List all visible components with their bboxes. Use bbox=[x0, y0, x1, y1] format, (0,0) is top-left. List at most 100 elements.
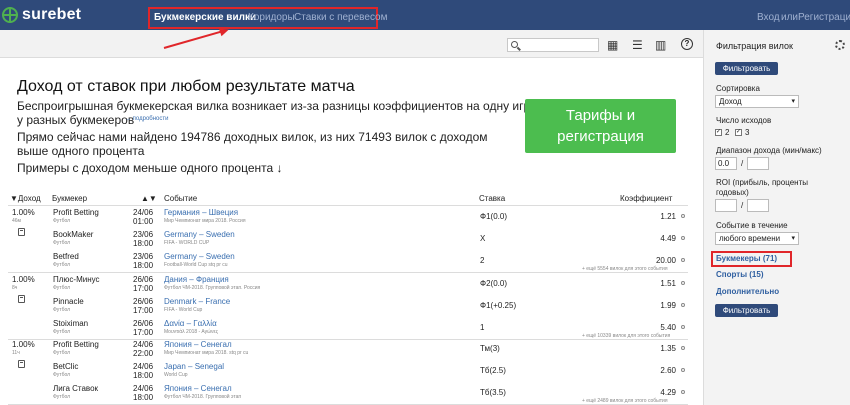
coef-value[interactable]: 4.29 bbox=[642, 388, 676, 397]
league-name: Мир Чемпионат мира 2018. Россия bbox=[164, 218, 246, 224]
event-time: 01:00 bbox=[133, 217, 154, 226]
col-profit-header[interactable]: ▼Доход bbox=[10, 194, 41, 203]
filter-title: Фильтрация вилок bbox=[716, 41, 793, 51]
coef-value[interactable]: 1.21 bbox=[642, 212, 676, 221]
coef-value[interactable]: 4.49 bbox=[642, 234, 676, 243]
bet-value: Ф1(+0.25) bbox=[480, 301, 517, 310]
banner-line-4: выше одного процента bbox=[17, 144, 145, 158]
help-icon[interactable]: ? bbox=[681, 38, 693, 50]
event-date: 24/06 bbox=[133, 362, 154, 371]
league-name: FIFA - WORLD CUP bbox=[164, 240, 210, 246]
bookmaker-name[interactable]: BetClic bbox=[53, 362, 78, 371]
refresh-icon[interactable] bbox=[681, 303, 685, 307]
bookmaker-name[interactable]: Лига Ставок bbox=[53, 384, 98, 393]
roi-min-input[interactable] bbox=[715, 199, 737, 212]
coef-value[interactable]: 1.51 bbox=[642, 279, 676, 288]
bookmaker-name[interactable]: Profit Betting bbox=[53, 340, 99, 349]
event-name[interactable]: Япония – Сенегал bbox=[164, 340, 232, 349]
league-name: World Cup bbox=[164, 372, 188, 378]
outcomes-3-checkbox[interactable]: ✓ bbox=[735, 129, 742, 136]
coef-value[interactable]: 1.99 bbox=[642, 301, 676, 310]
calculator-icon[interactable] bbox=[18, 360, 25, 368]
event-name[interactable]: Дания – Франция bbox=[164, 275, 229, 284]
bookmaker-name[interactable]: Betfred bbox=[53, 252, 79, 261]
list-icon[interactable]: ☰ bbox=[632, 38, 643, 52]
calculator-icon[interactable]: ▦ bbox=[607, 38, 618, 52]
col-coef-header: Коэффициент bbox=[620, 194, 673, 203]
register-link[interactable]: Регистрация bbox=[798, 12, 850, 23]
event-name[interactable]: Япония – Сенегал bbox=[164, 384, 232, 393]
extra-link[interactable]: Дополнительно bbox=[716, 287, 779, 296]
bet-value: 2 bbox=[480, 256, 485, 265]
refresh-icon[interactable] bbox=[681, 258, 685, 262]
surebet-logo-icon[interactable] bbox=[2, 7, 18, 23]
range-label: Диапазон дохода (мин/макс) bbox=[716, 146, 822, 155]
filter-button-bottom[interactable]: Фильтровать bbox=[715, 304, 778, 317]
sport-name: Футбол bbox=[53, 350, 71, 356]
event-time: 22:00 bbox=[133, 349, 154, 358]
league-name: Футбол ЧМ-2018. Групповой этап. Россия bbox=[164, 285, 261, 291]
bookmaker-name[interactable]: Pinnacle bbox=[53, 297, 84, 306]
range-min-input[interactable]: 0.0 bbox=[715, 157, 737, 170]
event-name[interactable]: Denmark – France bbox=[164, 297, 230, 306]
calculator-icon[interactable] bbox=[18, 295, 25, 303]
coef-value[interactable]: 1.35 bbox=[642, 344, 676, 353]
calculator-icon[interactable] bbox=[18, 228, 25, 236]
event-name[interactable]: Japan – Senegal bbox=[164, 362, 224, 371]
coef-value[interactable]: 2.60 bbox=[642, 366, 676, 375]
event-name[interactable]: Germany – Sweden bbox=[164, 230, 235, 239]
sport-name: Футбол bbox=[53, 285, 71, 291]
refresh-icon[interactable] bbox=[681, 214, 685, 218]
search-input[interactable] bbox=[507, 38, 599, 52]
filter-button-top[interactable]: Фильтровать bbox=[715, 62, 778, 75]
sport-name: Футбол bbox=[53, 372, 71, 378]
event-time: 18:00 bbox=[133, 261, 154, 270]
sports-link[interactable]: Спорты (15) bbox=[716, 270, 763, 279]
refresh-icon[interactable] bbox=[681, 325, 685, 329]
event-name[interactable]: Германия – Швеция bbox=[164, 208, 238, 217]
banner-line-5[interactable]: Примеры с доходом меньше одного процента… bbox=[17, 161, 283, 175]
event-date: 26/06 bbox=[133, 319, 154, 328]
bookmaker-name[interactable]: Profit Betting bbox=[53, 208, 99, 217]
bookmaker-name[interactable]: Плюс-Минус bbox=[53, 275, 100, 284]
surebet-logo[interactable]: surebet bbox=[22, 6, 81, 24]
event-time: 18:00 bbox=[133, 393, 154, 402]
coef-value[interactable]: 20.00 bbox=[642, 256, 676, 265]
login-link[interactable]: Вход bbox=[757, 12, 780, 23]
bookmakers-link[interactable]: Букмекеры (71) bbox=[716, 254, 777, 263]
event-time: 18:00 bbox=[133, 239, 154, 248]
bookmaker-name[interactable]: Stoiximan bbox=[53, 319, 88, 328]
event-date: 24/06 bbox=[133, 340, 154, 349]
tariffs-register-button[interactable]: Тарифы и регистрация bbox=[525, 99, 676, 153]
refresh-icon[interactable] bbox=[681, 368, 685, 372]
sport-name: Футбол bbox=[53, 218, 71, 224]
event-name[interactable]: Germany – Sweden bbox=[164, 252, 235, 261]
bet-value: Тб(3.5) bbox=[480, 388, 506, 397]
refresh-icon[interactable] bbox=[681, 281, 685, 285]
nav-corridors[interactable]: Коридоры bbox=[248, 12, 295, 23]
event-time: 17:00 bbox=[133, 328, 154, 337]
refresh-icon[interactable] bbox=[681, 390, 685, 394]
event-name[interactable]: Δανία – Γαλλία bbox=[164, 319, 217, 328]
roi-max-input[interactable] bbox=[747, 199, 769, 212]
more-details-link[interactable]: → подробности bbox=[125, 116, 168, 122]
nav-surebets[interactable]: Букмекерские вилки bbox=[154, 12, 256, 23]
event-time: 17:00 bbox=[133, 306, 154, 315]
refresh-icon[interactable] bbox=[681, 346, 685, 350]
age-value: 11ч bbox=[12, 350, 20, 356]
refresh-icon[interactable] bbox=[681, 236, 685, 240]
within-select[interactable]: любого времени bbox=[715, 232, 799, 245]
bookmaker-name[interactable]: BookMaker bbox=[53, 230, 93, 239]
col-sort-header[interactable]: ▲▼ bbox=[141, 194, 157, 203]
bet-value: Ф1(0.0) bbox=[480, 212, 507, 221]
range-max-input[interactable] bbox=[747, 157, 769, 170]
nav-valuebets[interactable]: Ставки с перевесом bbox=[294, 12, 388, 23]
league-name: Μουντιάλ 2018 - Αγώνες bbox=[164, 329, 219, 335]
coef-value[interactable]: 5.40 bbox=[642, 323, 676, 332]
chart-icon[interactable]: ▥ bbox=[655, 38, 666, 52]
gear-icon[interactable] bbox=[835, 40, 845, 50]
within-label: Событие в течение bbox=[716, 221, 788, 230]
league-name: FIFA - World Cup bbox=[164, 307, 203, 313]
sort-select[interactable]: Доход bbox=[715, 95, 799, 108]
outcomes-2-checkbox[interactable]: ✓ bbox=[715, 129, 722, 136]
